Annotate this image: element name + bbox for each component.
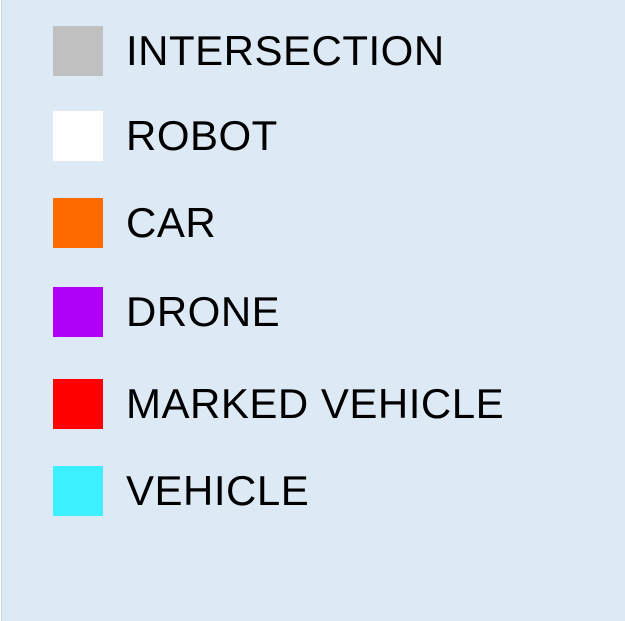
legend-item-vehicle: VEHICLE [53, 466, 309, 516]
drone-label: DRONE [126, 288, 281, 335]
marked-vehicle-label: MARKED VEHICLE [126, 380, 505, 427]
car-swatch [53, 198, 103, 248]
legend-item-intersection: INTERSECTION [53, 26, 445, 76]
marked-vehicle-swatch [53, 379, 103, 429]
vehicle-label: VEHICLE [126, 467, 310, 514]
drone-swatch [53, 287, 103, 337]
robot-swatch [53, 111, 103, 161]
legend-item-drone: DRONE [53, 287, 280, 337]
legend-panel: INTERSECTION ROBOT CAR DRONE MARKED VEHI… [1, 0, 625, 621]
intersection-label: INTERSECTION [126, 27, 445, 74]
robot-label: ROBOT [126, 112, 278, 159]
car-label: CAR [126, 199, 217, 246]
legend-item-robot: ROBOT [53, 111, 278, 161]
vehicle-swatch [53, 466, 103, 516]
intersection-swatch [53, 26, 103, 76]
legend-item-marked-vehicle: MARKED VEHICLE [53, 379, 504, 429]
legend-item-car: CAR [53, 198, 216, 248]
